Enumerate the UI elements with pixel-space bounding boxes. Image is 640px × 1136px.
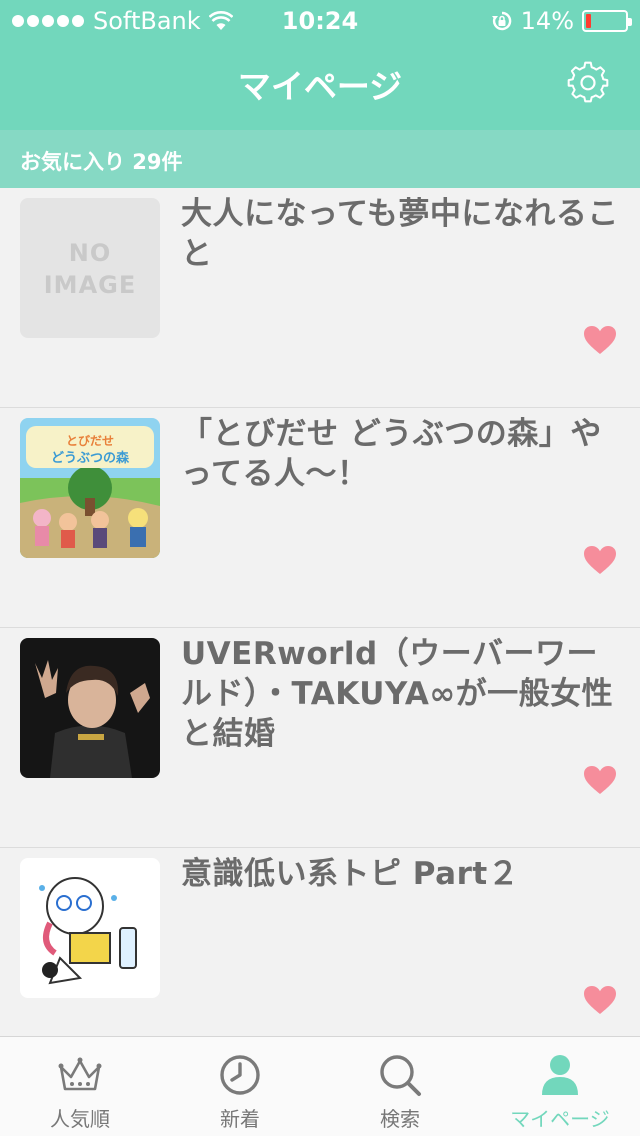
- favorites-count: お気に入り 29件: [20, 150, 183, 174]
- svg-text:どうぶつの森: どうぶつの森: [51, 450, 130, 466]
- cartoon-illustration: [20, 858, 160, 998]
- item-title: 意識低い系トピ Part２: [181, 856, 520, 892]
- tab-mypage[interactable]: マイページ: [480, 1037, 640, 1136]
- list-item[interactable]: とびだせ どうぶつの森 「とびだせ どうぶつの森」やってる人〜！: [0, 408, 640, 628]
- heart-icon[interactable]: [583, 325, 617, 355]
- tab-label: 検索: [380, 1107, 420, 1131]
- item-title: 「とびだせ どうぶつの森」やってる人〜！: [181, 416, 602, 492]
- battery-percent: 14%: [520, 7, 574, 35]
- tab-label: 新着: [220, 1107, 260, 1131]
- header: SoftBank 10:24 14% マイページ: [0, 0, 640, 130]
- clock-icon: [220, 1055, 260, 1095]
- illustration-thumbnail: [20, 858, 160, 998]
- game-thumbnail: とびだせ どうぶつの森: [20, 418, 160, 558]
- heart-icon[interactable]: [583, 765, 617, 795]
- tab-search[interactable]: 検索: [320, 1037, 480, 1136]
- photo-thumbnail: [20, 638, 160, 778]
- status-bar: SoftBank 10:24 14%: [0, 0, 640, 40]
- search-icon: [380, 1055, 421, 1096]
- animal-crossing-image: とびだせ どうぶつの森: [20, 418, 160, 558]
- tab-label: 人気順: [50, 1107, 110, 1131]
- tab-new[interactable]: 新着: [160, 1037, 320, 1136]
- list-item[interactable]: 意識低い系トピ Part２: [0, 848, 640, 1036]
- svg-text:とびだせ: とびだせ: [66, 433, 114, 448]
- page-title: マイページ: [237, 67, 403, 106]
- heart-icon[interactable]: [583, 545, 617, 575]
- no-image-thumbnail: NO IMAGE: [20, 198, 160, 338]
- favorites-list: NO IMAGE 大人になっても夢中になれること とびだせ どうぶつの森 「とび…: [0, 188, 640, 1036]
- tab-popular[interactable]: 人気順: [0, 1037, 160, 1136]
- item-title: 大人になっても夢中になれること: [181, 196, 619, 272]
- tab-bar: 人気順 新着 検索 マイページ: [0, 1036, 640, 1136]
- gear-icon[interactable]: [566, 60, 610, 104]
- favorites-count-bar: お気に入り 29件: [0, 130, 640, 188]
- rotation-lock-icon: [491, 11, 511, 31]
- list-item[interactable]: UVERworld（ウーバーワールド）・TAKUYA∞が一般女性と結婚: [0, 628, 640, 848]
- heart-icon[interactable]: [583, 985, 617, 1015]
- battery-icon: [582, 10, 632, 32]
- person-photo: [20, 638, 160, 778]
- person-icon: [542, 1055, 578, 1095]
- list-item[interactable]: NO IMAGE 大人になっても夢中になれること: [0, 188, 640, 408]
- crown-icon: [58, 1057, 102, 1091]
- item-title: UVERworld（ウーバーワールド）・TAKUYA∞が一般女性と結婚: [181, 636, 614, 752]
- tab-label: マイページ: [510, 1107, 610, 1131]
